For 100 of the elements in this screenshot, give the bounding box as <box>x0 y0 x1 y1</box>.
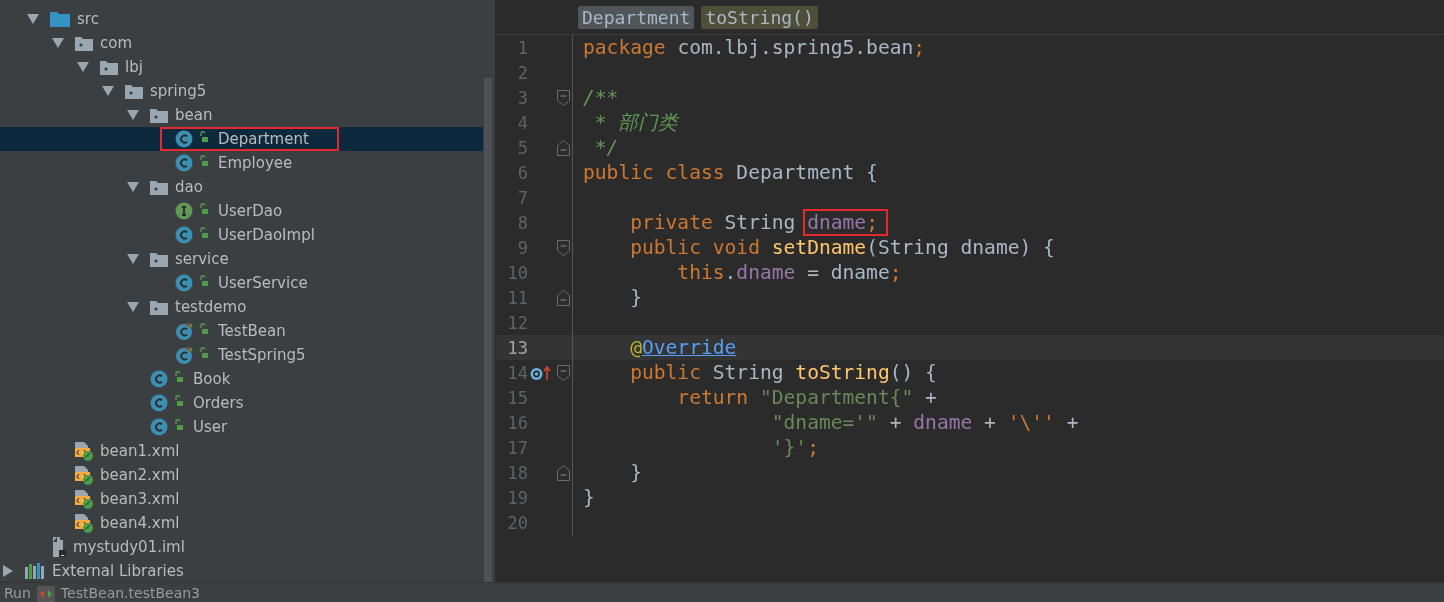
tree-row[interactable]: TestSpring5 <box>0 343 495 367</box>
tree-row[interactable]: mystudy01.iml <box>0 535 495 559</box>
code-token: dname <box>913 411 973 434</box>
code-token: ; <box>807 436 819 459</box>
expanded-arrow-icon[interactable] <box>27 14 39 24</box>
class-icon <box>175 274 211 292</box>
tree-row[interactable]: bean1.xml <box>0 439 495 463</box>
tree-row[interactable]: bean2.xml <box>0 463 495 487</box>
scrollbar[interactable] <box>484 78 492 582</box>
code-token: package <box>583 36 667 59</box>
code-token: Department { <box>736 161 878 184</box>
line-number: 7 <box>516 187 528 208</box>
code-token: '}' <box>770 436 808 459</box>
fold-icon[interactable] <box>556 89 570 106</box>
expanded-arrow-icon[interactable] <box>127 182 139 192</box>
line-number: 16 <box>506 412 528 433</box>
line-number: 13 <box>506 337 528 358</box>
line-number: 11 <box>506 287 528 308</box>
tree-item-label: Book <box>192 370 232 388</box>
tree-item-label: spring5 <box>149 82 208 100</box>
tree-row[interactable]: com <box>0 31 495 55</box>
tree-item-label: UserService <box>217 274 309 292</box>
expanded-arrow-icon[interactable] <box>127 110 139 120</box>
code-token: return <box>676 386 750 409</box>
tree-row[interactable]: spring5 <box>0 79 495 103</box>
class-icon <box>150 370 186 388</box>
code-token: + <box>1065 411 1079 434</box>
module-file-icon <box>50 537 66 557</box>
tree-row[interactable]: Book <box>0 367 495 391</box>
tree-item-label: testdemo <box>174 298 248 316</box>
unfold-icon[interactable] <box>556 289 570 306</box>
tree-row[interactable]: User <box>0 415 495 439</box>
tree-row[interactable]: dao <box>0 175 495 199</box>
code-token: } <box>629 286 642 309</box>
line-number: 1 <box>516 37 528 58</box>
code-token: } <box>629 461 642 484</box>
run-tab[interactable]: TestBean.testBean3 <box>60 585 200 602</box>
code-token: 部门类 <box>618 110 679 136</box>
fold-icon[interactable] <box>556 239 570 256</box>
code-token: toString <box>795 361 890 384</box>
tree-row[interactable]: UserDao <box>0 199 495 223</box>
line-number: 12 <box>506 312 528 333</box>
line-number: 15 <box>506 387 528 408</box>
tree-item-label: dao <box>174 178 204 196</box>
breadcrumb[interactable]: toString() <box>701 5 818 29</box>
expanded-arrow-icon[interactable] <box>102 86 114 96</box>
code-token: private <box>629 211 714 234</box>
code-token: () { <box>889 361 937 384</box>
tree-row[interactable]: TestBean <box>0 319 495 343</box>
expanded-arrow-icon[interactable] <box>127 254 139 264</box>
tree-row[interactable]: External Libraries <box>0 559 495 583</box>
code-token: . <box>724 261 737 284</box>
tree-row[interactable]: testdemo <box>0 295 495 319</box>
code-token: + <box>888 411 903 434</box>
breadcrumb[interactable]: Department <box>578 5 695 29</box>
code-token: setDname <box>771 236 867 259</box>
unfold-icon[interactable] <box>556 139 570 156</box>
fold-icon[interactable] <box>556 364 570 381</box>
expanded-arrow-icon[interactable] <box>127 302 139 312</box>
tree-row[interactable]: Department <box>0 127 483 151</box>
code-token: "dname='" <box>770 411 878 434</box>
tree-row[interactable]: UserService <box>0 271 495 295</box>
line-number: 10 <box>506 262 528 283</box>
tree-row[interactable]: bean <box>0 103 495 127</box>
tree-item-label: TestBean <box>217 322 287 340</box>
unfold-icon[interactable] <box>556 464 570 481</box>
line-number: 6 <box>516 162 528 183</box>
package-icon <box>150 179 168 195</box>
tree-item-label: bean <box>174 106 214 124</box>
tree-row[interactable]: service <box>0 247 495 271</box>
line-number: 20 <box>506 512 528 533</box>
package-icon <box>125 83 143 99</box>
tree-item-label: User <box>192 418 229 436</box>
libraries-icon <box>25 563 45 579</box>
tree-row[interactable]: Employee <box>0 151 495 175</box>
tree-row[interactable]: lbj <box>0 55 495 79</box>
line-number: 3 <box>516 87 528 108</box>
run-tab-icon <box>36 586 55 602</box>
tree-row[interactable]: bean4.xml <box>0 511 495 535</box>
tree-item-label: bean4.xml <box>99 514 181 532</box>
line-number: 18 <box>506 462 528 483</box>
tree-row[interactable]: UserDaoImpl <box>0 223 495 247</box>
folder-icon <box>50 11 70 27</box>
code-token: com.lbj.spring5.bean <box>677 36 914 59</box>
tree-row[interactable]: bean3.xml <box>0 487 495 511</box>
collapsed-arrow-icon[interactable] <box>3 565 13 577</box>
tree-row[interactable]: Orders <box>0 391 495 415</box>
xml-file-icon <box>75 441 93 461</box>
expanded-arrow-icon[interactable] <box>77 62 89 72</box>
code-token: @ <box>629 336 642 359</box>
expanded-arrow-icon[interactable] <box>52 38 64 48</box>
test-class-icon <box>175 346 211 364</box>
override-marker-icon[interactable] <box>530 364 552 381</box>
code-token[interactable]: Override <box>642 336 737 359</box>
tree-item-label: bean2.xml <box>99 466 181 484</box>
run-label: Run <box>4 585 31 602</box>
code-token: + <box>983 411 997 434</box>
tree-row[interactable]: src <box>0 7 495 31</box>
code-token: "Department{" <box>759 386 914 409</box>
tree-item-label: service <box>174 250 230 268</box>
